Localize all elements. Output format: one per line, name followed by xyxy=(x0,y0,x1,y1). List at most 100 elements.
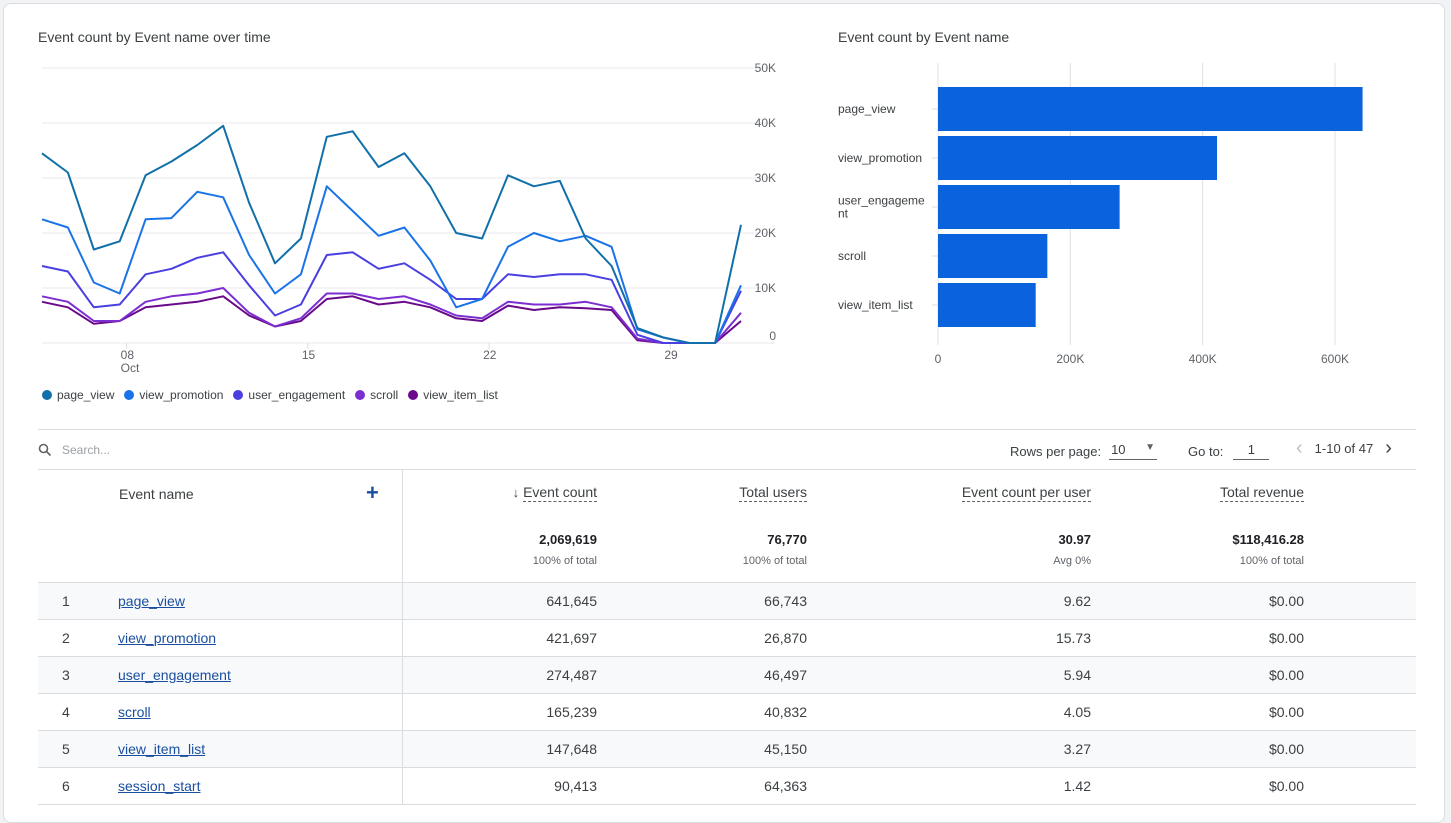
prev-page-icon[interactable]: ‹ xyxy=(1296,438,1303,458)
total-revenue: $118,416.28 xyxy=(1232,532,1304,547)
series-line-page_view[interactable] xyxy=(41,124,742,344)
event-name-link[interactable]: view_item_list xyxy=(118,741,205,757)
total-users: 76,770 xyxy=(767,532,807,547)
next-page-icon[interactable]: › xyxy=(1385,438,1392,458)
total-per-user-sub: Avg 0% xyxy=(1053,555,1091,567)
add-dimension-icon[interactable]: + xyxy=(366,480,379,506)
event-name-link[interactable]: view_promotion xyxy=(118,630,216,646)
table-row: 5 view_item_list 147,648 45,150 3.27 $0.00 xyxy=(38,730,1416,768)
cell-event-count: 165,239 xyxy=(402,693,597,731)
sort-desc-icon: ↓ xyxy=(512,485,520,500)
bar-view_item_list[interactable] xyxy=(938,283,1036,327)
bar-category-label: view_promotion xyxy=(838,151,922,165)
bar-x-tick-label: 200K xyxy=(1056,352,1084,366)
legend-dot-icon xyxy=(408,390,419,400)
x-tick-label: 29 xyxy=(664,348,678,362)
series-line-view_promotion[interactable] xyxy=(41,185,742,344)
cell-total-users: 64,363 xyxy=(597,767,807,805)
bar-chart-title: Event count by Event name xyxy=(838,29,1010,45)
legend-dot-icon xyxy=(124,390,135,400)
line-chart-legend: page_view view_promotion user_engagement sc… xyxy=(42,388,498,402)
column-header-event-count-per-user[interactable]: Event count per user xyxy=(961,484,1091,502)
cell-event-count: 274,487 xyxy=(402,656,597,694)
cell-total-users: 46,497 xyxy=(597,656,807,694)
x-tick-sublabel: Oct xyxy=(121,361,140,375)
y-tick-label: 0 xyxy=(769,329,776,343)
table-row: 3 user_engagement 274,487 46,497 5.94 $0.00 xyxy=(38,656,1416,694)
x-tick-label: 15 xyxy=(302,348,316,362)
rows-per-page-value: 10 xyxy=(1111,442,1126,457)
cell-per-user: 9.62 xyxy=(807,582,1091,620)
goto-input[interactable]: 1 xyxy=(1233,442,1270,460)
search-box[interactable] xyxy=(38,442,260,458)
cell-per-user: 4.05 xyxy=(807,693,1091,731)
cell-per-user: 5.94 xyxy=(807,656,1091,694)
search-input[interactable] xyxy=(60,442,260,458)
legend-label: view_promotion xyxy=(139,388,224,402)
legend-label: scroll xyxy=(370,388,399,402)
legend-item-scroll[interactable]: scroll xyxy=(355,388,398,402)
row-rank: 3 xyxy=(62,666,70,683)
y-tick-label: 40K xyxy=(755,116,776,130)
legend-item-view_item_list[interactable]: view_item_list xyxy=(408,388,498,402)
cell-total-users: 45,150 xyxy=(597,730,807,768)
cell-event-count: 90,413 xyxy=(402,767,597,805)
row-rank: 5 xyxy=(62,740,70,757)
y-tick-label: 10K xyxy=(755,281,776,295)
total-event-count: 2,069,619 xyxy=(539,532,597,547)
legend-label: user_engagement xyxy=(248,388,346,402)
rows-per-page-label: Rows per page: xyxy=(1010,443,1102,459)
event-name-link[interactable]: scroll xyxy=(118,704,151,720)
bar-x-tick-label: 400K xyxy=(1189,352,1217,366)
table-header-row: Event name + ↓ Event count 2,069,619 100… xyxy=(38,470,1416,583)
bar-category-label: scroll xyxy=(838,249,866,263)
legend-label: page_view xyxy=(57,388,115,402)
cell-event-count: 641,645 xyxy=(402,582,597,620)
legend-item-page_view[interactable]: page_view xyxy=(42,388,114,402)
cell-total-users: 66,743 xyxy=(597,582,807,620)
bar-x-tick-label: 600K xyxy=(1321,352,1349,366)
table-row: 4 scroll 165,239 40,832 4.05 $0.00 xyxy=(38,693,1416,731)
cell-event-count: 147,648 xyxy=(402,730,597,768)
event-name-link[interactable]: page_view xyxy=(118,593,185,609)
line-chart-title: Event count by Event name over time xyxy=(38,29,271,45)
table-row: 1 page_view 641,645 66,743 9.62 $0.00 xyxy=(38,582,1416,620)
bar-x-tick-label: 0 xyxy=(935,352,942,366)
cell-total-users: 26,870 xyxy=(597,619,807,657)
legend-dot-icon xyxy=(42,390,52,400)
goto-label: Go to: xyxy=(1188,443,1224,459)
cell-total-users: 40,832 xyxy=(597,693,807,731)
cell-per-user: 1.42 xyxy=(807,767,1091,805)
event-name-link[interactable]: user_engagement xyxy=(118,667,231,683)
legend-item-view_promotion[interactable]: view_promotion xyxy=(124,388,223,402)
series-line-scroll[interactable] xyxy=(41,287,742,344)
bar-category-label: view_item_list xyxy=(838,298,913,312)
table-toolbar: Rows per page: 10 ▼ Go to: 1 ‹ 1-10 of 4… xyxy=(38,429,1416,470)
legend-item-user_engagement[interactable]: user_engagement xyxy=(233,388,345,402)
event-name-link[interactable]: session_start xyxy=(118,778,200,794)
column-header-total-users[interactable]: Total users xyxy=(739,484,807,502)
events-table: Event name + ↓ Event count 2,069,619 100… xyxy=(38,470,1416,805)
rows-per-page-select[interactable]: 10 ▼ xyxy=(1109,442,1158,460)
row-rank: 2 xyxy=(62,629,70,646)
legend-dot-icon xyxy=(355,390,366,400)
bar-category-label: nt xyxy=(838,207,849,221)
bar-page_view[interactable] xyxy=(938,87,1363,131)
column-header-event-name[interactable]: Event name xyxy=(119,486,194,502)
total-users-sub: 100% of total xyxy=(742,555,807,567)
bar-user_engagement[interactable] xyxy=(938,185,1120,229)
line-chart: 0 10K 20K 30K 40K 50K 08Oct 15 22 29 xyxy=(41,61,776,375)
column-header-total-revenue[interactable]: Total revenue xyxy=(1219,484,1304,502)
search-icon xyxy=(38,443,52,457)
y-tick-label: 20K xyxy=(755,226,776,240)
bar-view_promotion[interactable] xyxy=(938,136,1218,180)
table-row: 6 session_start 90,413 64,363 1.42 $0.00 xyxy=(38,767,1416,805)
x-tick-label: 08 xyxy=(121,348,135,362)
bar-chart: 0 200K 400K 600K page_view view_promotionuser… xyxy=(838,63,1363,366)
cell-revenue: $0.00 xyxy=(1091,730,1304,768)
cell-per-user: 15.73 xyxy=(807,619,1091,657)
bar-scroll[interactable] xyxy=(938,234,1048,278)
y-tick-label: 30K xyxy=(755,171,776,185)
column-header-event-count[interactable]: Event count xyxy=(523,484,597,502)
legend-label: view_item_list xyxy=(423,388,498,402)
